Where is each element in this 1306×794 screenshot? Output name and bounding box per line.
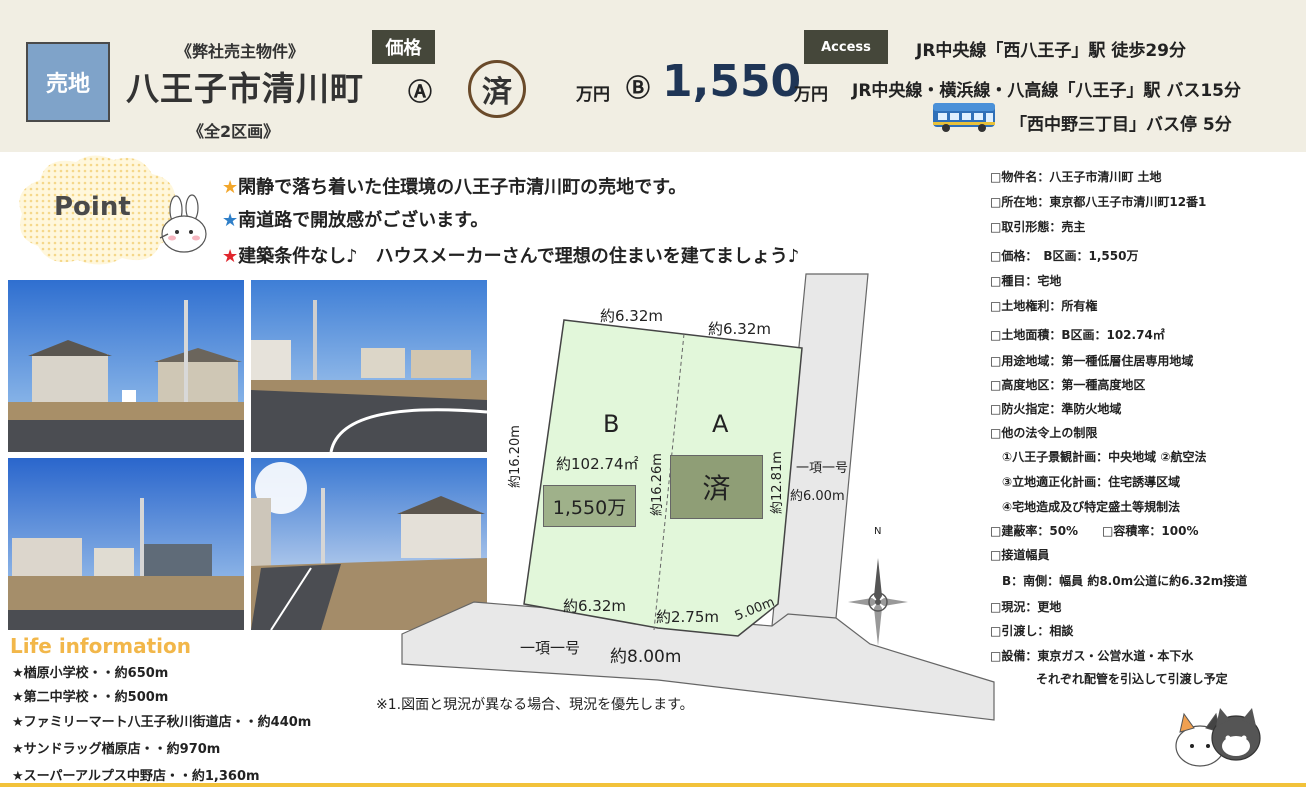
info-line: B：南側：幅員 約8.0m公道に約6.32m接道 [1002, 574, 1248, 588]
info-line: □所在地：東京都八王子市清川町12番1 [990, 195, 1207, 209]
lot-a-sold-box: 済 [670, 455, 763, 519]
info-line: □現況：更地 [990, 600, 1062, 614]
sold-mark: 済 [468, 60, 526, 118]
cat-mascot-icon [1175, 708, 1261, 767]
life-item: ★サンドラッグ楢原店・・約970m [12, 742, 221, 757]
life-info-title: Life information [10, 634, 191, 658]
lot-middle-depth: 約16.26m [650, 453, 665, 516]
lot-bottom-left-dimension: 約6.32m [563, 597, 627, 615]
lot-count-note: 《全2区画》 [188, 122, 280, 141]
bus-icon [933, 103, 995, 132]
info-line: □用途地域：第一種低層住居専用地域 [990, 354, 1194, 368]
access-line: 「西中野三丁目」バス停 5分 [1010, 115, 1232, 135]
info-line: □設備：東京ガス・公営水道・本下水 [990, 649, 1194, 663]
life-item: ★ファミリーマート八王子秋川街道店・・約440m [12, 715, 312, 730]
info-line: □価格： B区画：1,550万 [990, 249, 1139, 263]
point-line: ★閑静で落ち着いた住環境の八王子市清川町の売地です。 [222, 177, 687, 198]
rabbit-mascot-icon [159, 194, 207, 253]
bottom-accent-line [0, 783, 1306, 787]
compass-icon [848, 558, 908, 646]
south-road-name: 一項一号 [520, 639, 581, 657]
site-photo [8, 458, 244, 630]
site-photo [8, 280, 244, 452]
info-line: □物件名：八王子市清川町 土地 [990, 170, 1162, 184]
disclaimer-note: ※1.図面と現況が異なる場合、現況を優先します。 [376, 697, 694, 713]
land-for-sale-badge: 売地 [26, 42, 110, 122]
lot-b-label: B [603, 410, 620, 438]
life-item: ★第二中学校・・約500m [12, 690, 169, 705]
lot-left-depth: 約16.20m [508, 425, 523, 488]
compass-north-label: N [874, 526, 882, 537]
lot-b-area: 約102.74㎡ [556, 455, 639, 473]
point-label: Point [54, 192, 131, 222]
east-road-width: 約6.00m [790, 489, 845, 504]
price-unit-label: 万円 [794, 85, 828, 105]
life-item: ★スーパーアルプス中野店・・約1,360m [12, 769, 260, 784]
seller-owned-note: 《弊社売主物件》 [176, 42, 305, 61]
info-line: ①八王子景観計画：中央地域 ②航空法 [1002, 450, 1207, 464]
info-line: ④宅地造成及び特定盛土等規制法 [1002, 500, 1181, 514]
info-line: □接道幅員 [990, 548, 1050, 562]
info-line: □種目：宅地 [990, 274, 1062, 288]
info-line: □土地面積：B区画：102.74㎡ [990, 328, 1165, 342]
lot-right-depth: 約12.81m [770, 451, 785, 514]
info-line: □他の法令上の制限 [990, 426, 1098, 440]
info-line: □高度地区：第一種高度地区 [990, 378, 1146, 392]
property-title: 八王子市清川町 [126, 69, 364, 108]
lot-b-price-box: 1,550万 [543, 485, 636, 527]
info-line: ③立地適正化計画：住宅誘導区域 [1002, 475, 1181, 489]
south-road-width: 約8.00m [610, 647, 682, 667]
info-line: □防火指定：準防火地域 [990, 402, 1122, 416]
lot-top-right-dimension: 約6.32m [708, 320, 772, 338]
lot-bottom-middle-dimension: 約2.75m [656, 608, 720, 626]
info-line: □土地権利：所有権 [990, 299, 1098, 313]
lot-a-mark: Ⓐ [408, 78, 432, 106]
info-line: それぞれ配管を引込して引渡し予定 [1036, 672, 1228, 686]
access-line: JR中央線「西八王子」駅 徒歩29分 [916, 41, 1186, 61]
price-unit-label: 万円 [576, 85, 610, 105]
info-line: □取引形態：売主 [990, 220, 1086, 234]
lot-a-label: A [712, 410, 729, 438]
price-tag: 価格 [372, 30, 435, 64]
east-road-name: 一項一号 [796, 461, 849, 476]
lot-top-left-dimension: 約6.32m [600, 307, 664, 325]
lot-b-mark: Ⓑ [626, 74, 650, 102]
point-line: ★南道路で開放感がございます。 [222, 210, 489, 231]
info-line: □建蔽率：50% □容積率：100% [990, 524, 1199, 538]
access-tag: Access [804, 30, 888, 64]
life-item: ★楢原小学校・・約650m [12, 666, 169, 681]
lot-b-price: 1,550 [662, 56, 802, 107]
access-line: JR中央線・横浜線・八高線「八王子」駅 バス15分 [852, 81, 1241, 101]
info-line: □引渡し：相談 [990, 624, 1074, 638]
